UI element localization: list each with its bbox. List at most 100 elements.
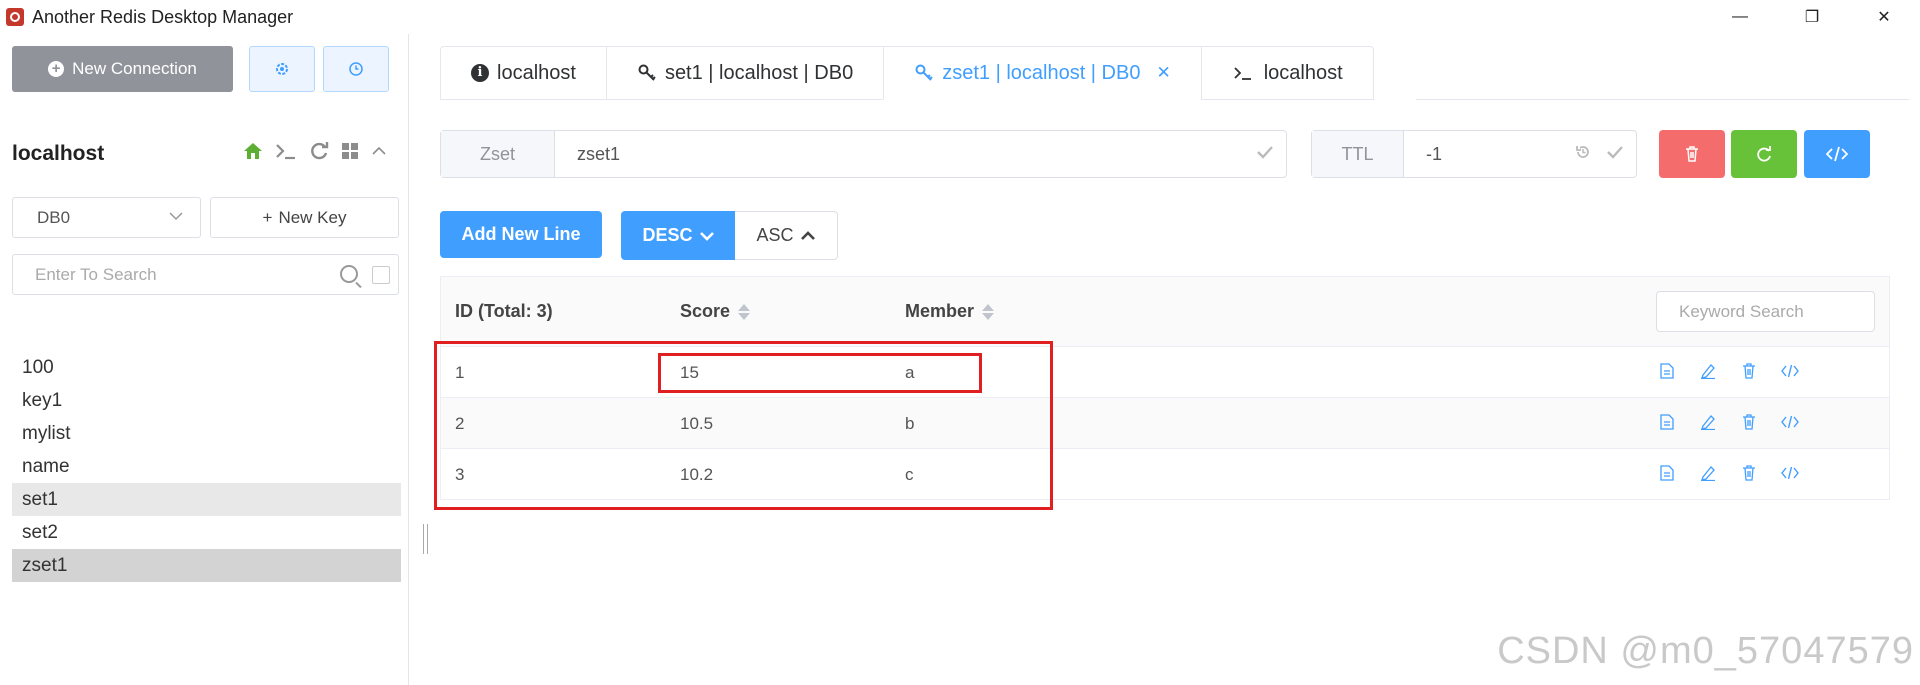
key-item[interactable]: name — [12, 450, 401, 483]
edit-icon[interactable] — [1699, 361, 1717, 381]
ttl-group: TTL -1 — [1311, 130, 1637, 178]
key-item[interactable]: set1 — [12, 483, 401, 516]
resize-handle[interactable] — [423, 524, 428, 554]
trash-icon — [1686, 146, 1698, 162]
code-icon[interactable] — [1781, 463, 1799, 483]
asc-label: ASC — [756, 225, 794, 245]
check-icon[interactable] — [1606, 143, 1624, 161]
trash-icon[interactable] — [1740, 463, 1758, 483]
chevron-down-icon — [169, 212, 183, 221]
db-select[interactable]: DB0 — [12, 197, 201, 238]
key-search-input[interactable] — [13, 255, 313, 294]
chevron-down-icon — [699, 231, 714, 241]
check-icon[interactable] — [1256, 143, 1274, 161]
key-name-value: zset1 — [577, 143, 621, 164]
keyword-search-input[interactable] — [1656, 291, 1875, 332]
sidebar: + New Connection localhost DB0 + New Key… — [0, 34, 409, 685]
refresh-icon — [1757, 146, 1771, 162]
gear-icon — [276, 63, 288, 75]
plus-circle-icon: + — [48, 61, 65, 77]
sort-caret-icon[interactable] — [982, 303, 995, 320]
window-controls: — ❐ ✕ — [1704, 0, 1920, 34]
close-tab-icon[interactable]: ✕ — [1156, 63, 1170, 83]
restore-button[interactable]: ❐ — [1776, 0, 1848, 34]
key-icon — [638, 64, 656, 81]
trash-icon[interactable] — [1740, 361, 1758, 381]
terminal-icon[interactable] — [274, 141, 298, 161]
key-item[interactable]: 100 — [12, 351, 401, 384]
row-actions — [1658, 463, 1799, 483]
trash-icon[interactable] — [1740, 412, 1758, 432]
terminal-icon — [1234, 67, 1251, 80]
connection-toolbar — [242, 140, 388, 162]
undo-icon[interactable] — [1574, 143, 1592, 161]
key-list: 100 key1 mylist name set1 set2 zset1 — [12, 351, 401, 582]
dump-command-button[interactable] — [1804, 130, 1870, 178]
sort-caret-icon[interactable] — [738, 303, 751, 320]
code-icon[interactable] — [1781, 412, 1799, 432]
key-name-group: Zset zset1 — [440, 130, 1287, 178]
info-icon: i — [471, 64, 489, 82]
key-search-box — [12, 254, 399, 295]
sort-asc-button[interactable]: ASC — [735, 211, 838, 260]
grid-icon[interactable] — [340, 141, 360, 161]
header-id-label: ID (Total: 3) — [455, 301, 553, 321]
tab-set1[interactable]: set1 | localhost | DB0 — [605, 46, 884, 100]
watermark: CSDN @m0_57047579 — [1497, 630, 1914, 672]
key-item[interactable]: mylist — [12, 417, 401, 450]
new-connection-button[interactable]: + New Connection — [12, 46, 233, 92]
home-icon[interactable] — [242, 141, 264, 161]
tab-localhost-status[interactable]: i localhost — [440, 46, 606, 100]
header-score[interactable]: Score — [680, 301, 751, 322]
window-title: Another Redis Desktop Manager — [32, 6, 294, 27]
header-id: ID (Total: 3) — [455, 301, 553, 322]
new-key-button[interactable]: + New Key — [210, 197, 399, 238]
new-connection-label: New Connection — [72, 59, 197, 78]
desc-label: DESC — [642, 225, 693, 245]
add-new-line-button[interactable]: Add New Line — [440, 211, 602, 258]
refresh-key-button[interactable] — [1731, 130, 1797, 178]
code-icon[interactable] — [1781, 361, 1799, 381]
ttl-input[interactable]: -1 — [1404, 131, 1636, 177]
title-bar: Another Redis Desktop Manager — ❐ ✕ — [0, 0, 1920, 34]
settings-button[interactable] — [249, 46, 315, 92]
header-member-label: Member — [905, 301, 975, 321]
db-select-value: DB0 — [37, 207, 71, 227]
history-button[interactable] — [323, 46, 389, 92]
key-item-selected[interactable]: zset1 — [12, 549, 401, 582]
view-icon[interactable] — [1658, 361, 1676, 381]
tab-bar: i localhost set1 | localhost | DB0 zset1… — [440, 46, 1374, 100]
row-actions — [1658, 412, 1799, 432]
new-key-label: New Key — [278, 207, 347, 227]
tab-label: set1 | localhost | DB0 — [664, 61, 854, 84]
table-header: ID (Total: 3) Score Member — [441, 277, 1889, 347]
refresh-icon[interactable] — [308, 140, 330, 162]
plus-icon: + — [262, 207, 273, 227]
ttl-value: -1 — [1426, 143, 1443, 164]
view-icon[interactable] — [1658, 412, 1676, 432]
key-icon — [915, 64, 933, 81]
edit-icon[interactable] — [1699, 463, 1717, 483]
key-item[interactable]: set2 — [12, 516, 401, 549]
edit-icon[interactable] — [1699, 412, 1717, 432]
row-actions — [1658, 361, 1799, 381]
close-button[interactable]: ✕ — [1848, 0, 1920, 34]
sort-desc-button[interactable]: DESC — [621, 211, 736, 260]
view-icon[interactable] — [1658, 463, 1676, 483]
minimize-button[interactable]: — — [1704, 0, 1776, 34]
tab-label: localhost — [1263, 61, 1343, 84]
key-item[interactable]: key1 — [12, 384, 401, 417]
tab-console[interactable]: localhost — [1200, 46, 1374, 100]
header-member[interactable]: Member — [905, 301, 995, 322]
search-icon[interactable] — [340, 265, 358, 283]
clock-icon — [349, 62, 363, 76]
delete-key-button[interactable] — [1659, 130, 1725, 178]
connection-name[interactable]: localhost — [12, 142, 104, 166]
tab-zset1[interactable]: zset1 | localhost | DB0 ✕ — [883, 46, 1201, 100]
app-logo-icon — [6, 8, 24, 26]
key-type-label: Zset — [441, 131, 555, 177]
key-name-input[interactable]: zset1 — [555, 131, 1286, 177]
code-icon — [1826, 146, 1848, 162]
exact-search-checkbox[interactable] — [372, 266, 390, 284]
chevron-up-icon[interactable] — [370, 142, 388, 160]
